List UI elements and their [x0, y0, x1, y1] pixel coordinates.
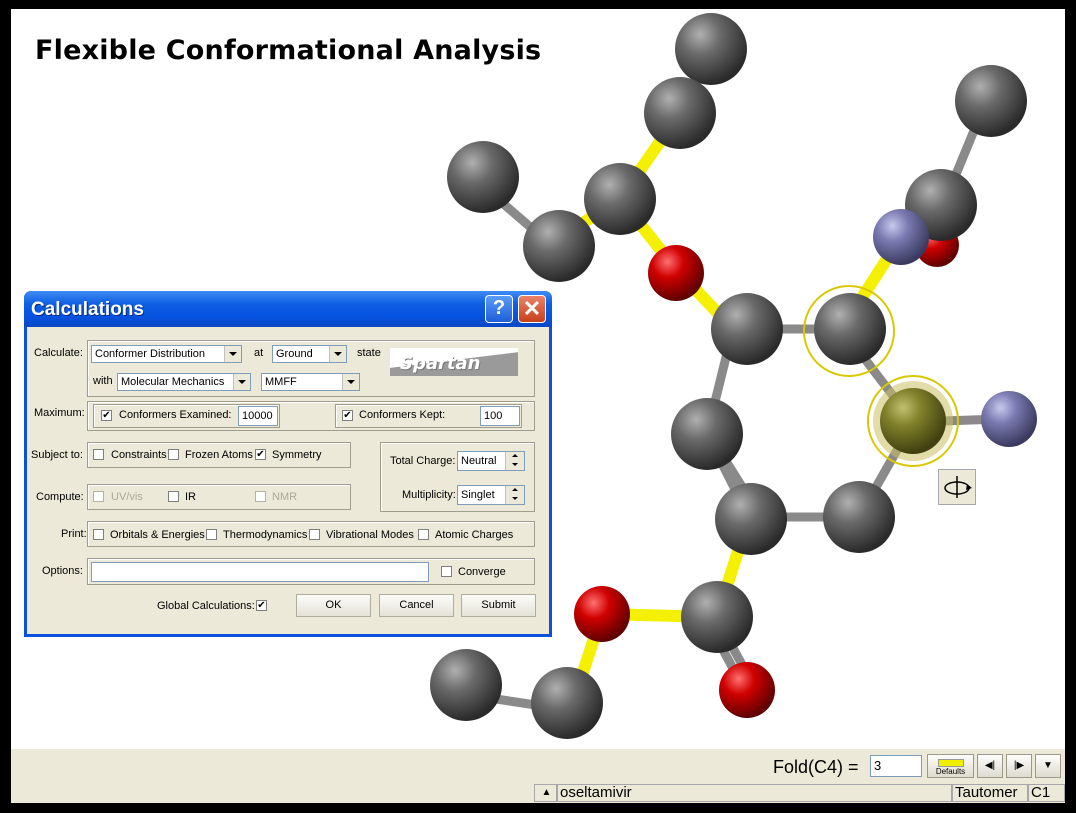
- frozen-atoms-checkbox[interactable]: [168, 449, 179, 460]
- conformers-examined-input[interactable]: 10000: [238, 406, 278, 426]
- vibrational-modes-label: Vibrational Modes: [326, 529, 414, 541]
- at-label: at: [254, 347, 264, 359]
- constraints-checkbox[interactable]: [93, 449, 104, 460]
- close-button[interactable]: ✕: [518, 295, 546, 323]
- conformers-examined-checkbox[interactable]: ✔: [101, 410, 112, 421]
- rotate-icon[interactable]: [938, 469, 976, 505]
- ir-label: IR: [185, 491, 196, 503]
- bottom-toolbar: Fold(C4) = 3 Defaults ◀| |▶ ▼: [11, 749, 1065, 783]
- tautomer-status: Tautomer: [952, 784, 1028, 802]
- next-button[interactable]: |▶: [1006, 754, 1032, 778]
- global-calculations-label: Global Calculations:: [157, 600, 255, 612]
- subject-to-label: Subject to:: [31, 449, 83, 461]
- orbitals-checkbox[interactable]: [93, 529, 104, 540]
- options-input[interactable]: [91, 562, 429, 582]
- total-charge-spinner[interactable]: Neutral: [457, 451, 525, 471]
- conformers-examined-label: Conformers Examined:: [119, 409, 232, 421]
- atomic-charges-label: Atomic Charges: [435, 529, 514, 541]
- thermodynamics-label: Thermodynamics: [223, 529, 308, 541]
- forcefield-select[interactable]: MMFF: [261, 373, 360, 391]
- defaults-button[interactable]: Defaults: [927, 754, 974, 778]
- conformers-kept-checkbox[interactable]: ✔: [342, 410, 353, 421]
- help-button[interactable]: ?: [485, 295, 513, 323]
- calculate-label: Calculate:: [34, 347, 83, 359]
- fold-label: Fold(C4) =: [773, 757, 859, 777]
- expand-up-button[interactable]: ▲: [534, 784, 557, 802]
- cancel-button[interactable]: Cancel: [379, 594, 454, 617]
- state-label: state: [357, 347, 381, 359]
- dialog-title: Calculations: [31, 299, 144, 320]
- total-charge-label: Total Charge:: [390, 455, 456, 467]
- calculate-method-select[interactable]: Conformer Distribution: [91, 345, 242, 363]
- converge-label: Converge: [458, 566, 506, 578]
- maximum-label: Maximum:: [34, 407, 85, 419]
- nmr-checkbox[interactable]: [255, 491, 266, 502]
- point-group-status: C1: [1028, 784, 1065, 802]
- dialog-body: Calculate: Conformer Distribution at Gro…: [27, 327, 549, 634]
- ok-button[interactable]: OK: [296, 594, 371, 617]
- selected-atom: [880, 388, 946, 454]
- atomic-charges-checkbox[interactable]: [418, 529, 429, 540]
- conformers-kept-label: Conformers Kept:: [359, 409, 446, 421]
- print-label: Print:: [61, 528, 87, 540]
- nmr-label: NMR: [272, 491, 298, 503]
- compute-label: Compute:: [36, 491, 84, 503]
- vibrational-modes-checkbox[interactable]: [309, 529, 320, 540]
- ir-checkbox[interactable]: [168, 491, 179, 502]
- thermodynamics-checkbox[interactable]: [206, 529, 217, 540]
- defaults-bar-icon: [938, 759, 964, 767]
- with-label: with: [93, 375, 113, 387]
- multiplicity-label: Multiplicity:: [402, 489, 456, 501]
- symmetry-label: Symmetry: [272, 449, 322, 461]
- conformers-kept-input[interactable]: 100: [480, 406, 520, 426]
- global-calculations-checkbox[interactable]: ✔: [256, 600, 267, 611]
- molecule-name: oseltamivir: [557, 784, 952, 802]
- converge-checkbox[interactable]: [441, 566, 452, 577]
- multiplicity-spinner[interactable]: Singlet: [457, 485, 525, 505]
- frozen-atoms-label: Frozen Atoms: [185, 449, 253, 461]
- symmetry-checkbox[interactable]: ✔: [255, 449, 266, 460]
- status-bar: ▲ oseltamivir Tautomer C1: [11, 783, 1065, 803]
- level-select[interactable]: Molecular Mechanics: [117, 373, 251, 391]
- constraints-label: Constraints: [111, 449, 167, 461]
- uvvis-label: UV/vis: [111, 491, 143, 503]
- fold-input[interactable]: 3: [870, 755, 922, 777]
- state-select[interactable]: Ground: [272, 345, 347, 363]
- options-label: Options:: [42, 565, 83, 577]
- spartan-logo: Spartan: [390, 348, 518, 376]
- uvvis-checkbox[interactable]: [93, 491, 104, 502]
- previous-button[interactable]: ◀|: [977, 754, 1003, 778]
- menu-dropdown-button[interactable]: ▼: [1035, 754, 1061, 778]
- calculations-dialog: Calculations ? ✕ Calculate: Conformer Di…: [24, 291, 552, 637]
- orbitals-label: Orbitals & Energies: [110, 529, 205, 541]
- submit-button[interactable]: Submit: [461, 594, 536, 617]
- dialog-titlebar[interactable]: Calculations ? ✕: [24, 291, 552, 327]
